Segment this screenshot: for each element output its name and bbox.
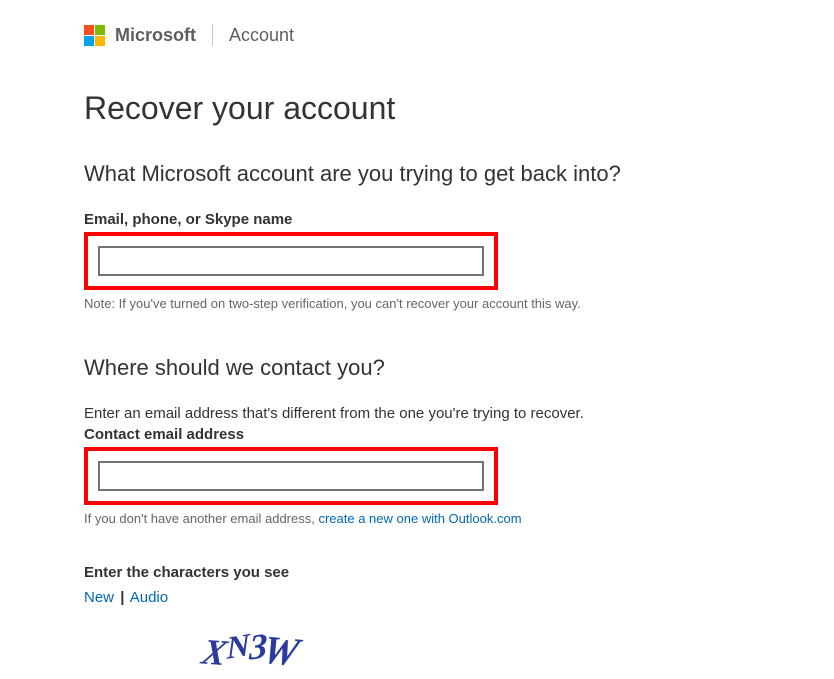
captcha-label: Enter the characters you see — [84, 564, 750, 581]
captcha-image: XN3W — [201, 610, 754, 671]
captcha-audio-link[interactable]: Audio — [130, 589, 168, 606]
account-identifier-highlight — [84, 232, 498, 290]
contact-email-input[interactable] — [98, 461, 484, 491]
create-outlook-link[interactable]: create a new one with Outlook.com — [318, 511, 521, 526]
contact-email-label: Contact email address — [84, 426, 750, 443]
header-section-label: Account — [229, 25, 294, 46]
two-step-note: Note: If you've turned on two-step verif… — [84, 296, 750, 311]
contact-instruction: Enter an email address that's different … — [84, 405, 750, 422]
page-title: Recover your account — [84, 90, 750, 127]
microsoft-logo-icon — [84, 25, 105, 46]
captcha-separator: | — [120, 589, 124, 606]
section-contact-heading: Where should we contact you? — [84, 355, 750, 381]
header-divider — [212, 24, 213, 46]
account-identifier-input[interactable] — [98, 246, 484, 276]
outlook-hint: If you don't have another email address,… — [84, 511, 750, 526]
outlook-hint-prefix: If you don't have another email address, — [84, 511, 318, 526]
section-account-heading: What Microsoft account are you trying to… — [84, 161, 750, 187]
contact-email-highlight — [84, 447, 498, 505]
account-identifier-label: Email, phone, or Skype name — [84, 211, 750, 228]
brand-name: Microsoft — [115, 25, 196, 46]
captcha-controls: New | Audio — [84, 589, 750, 606]
captcha-new-link[interactable]: New — [84, 589, 114, 606]
page-header: Microsoft Account — [84, 24, 750, 46]
